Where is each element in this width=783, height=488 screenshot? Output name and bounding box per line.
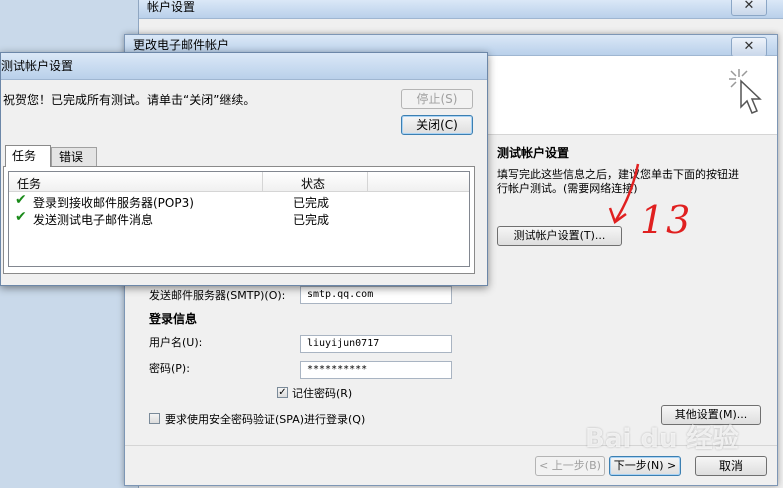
close-icon: ✕ xyxy=(743,0,755,13)
cancel-button[interactable]: 取消 xyxy=(695,456,767,476)
test-settings-dialog: 测试帐户设置 祝贺您！已完成所有测试。请单击“关闭”继续。 停止(S) 关闭(C… xyxy=(0,52,488,286)
table-row[interactable]: ✔ 发送测试电子邮件消息 已完成 xyxy=(9,209,469,227)
column-task[interactable]: 任务 xyxy=(17,175,41,192)
cursor-click-icon xyxy=(729,69,762,114)
password-label: 密码(P): xyxy=(149,362,190,375)
tab-errors-label: 错误 xyxy=(59,150,84,164)
table-row[interactable]: ✔ 登录到接收邮件服务器(POP3) 已完成 xyxy=(9,192,469,210)
smtp-label: 发送邮件服务器(SMTP)(O): xyxy=(149,289,286,302)
tab-errors[interactable]: 错误 xyxy=(51,147,97,166)
tab-tasks-label: 任务 xyxy=(12,149,37,163)
task-status: 已完成 xyxy=(293,196,330,210)
change-account-title: 更改电子邮件帐户 xyxy=(133,38,230,52)
checkmark-icon: ✔ xyxy=(15,192,27,208)
close-dialog-button[interactable]: 关闭(C) xyxy=(401,115,473,135)
column-divider xyxy=(262,172,263,191)
task-name: 登录到接收邮件服务器(POP3) xyxy=(33,196,194,210)
test-dialog-title-bar: 测试帐户设置 xyxy=(1,53,487,80)
account-settings-close-button[interactable]: ✕ xyxy=(731,0,767,16)
username-input[interactable]: liuyijun0717 xyxy=(300,335,452,353)
next-button[interactable]: 下一步(N) > xyxy=(609,456,681,476)
account-settings-title-text: 帐户设置 xyxy=(147,0,196,14)
remember-password-label: 记住密码(R) xyxy=(292,387,353,400)
spa-label: 要求使用安全密码验证(SPA)进行登录(Q) xyxy=(165,413,366,426)
smtp-server-input[interactable]: smtp.qq.com xyxy=(300,286,452,304)
spa-checkbox[interactable] xyxy=(149,413,160,424)
column-status[interactable]: 状态 xyxy=(301,175,325,192)
login-info-heading: 登录信息 xyxy=(149,312,198,326)
annotation-number: 13 xyxy=(640,198,693,242)
checkmark-icon: ✔ xyxy=(15,209,27,225)
remember-password-checkbox[interactable]: ✓ xyxy=(277,387,288,398)
back-button[interactable]: < 上一步(B) xyxy=(535,456,605,476)
checkmark-icon: ✓ xyxy=(278,387,287,398)
account-settings-title: 帐户设置 xyxy=(139,0,783,19)
task-list-header: 任务 状态 xyxy=(9,172,469,192)
task-name: 发送测试电子邮件消息 xyxy=(33,213,154,227)
test-dialog-title: 测试帐户设置 xyxy=(1,59,74,73)
tab-panel: 任务 状态 ✔ 登录到接收邮件服务器(POP3) 已完成 ✔ 发送测试电子邮件消… xyxy=(3,166,475,274)
stop-button[interactable]: 停止(S) xyxy=(401,89,473,109)
password-input[interactable]: ********** xyxy=(300,361,452,379)
column-divider xyxy=(367,172,368,191)
task-status: 已完成 xyxy=(293,213,330,227)
tab-tasks[interactable]: 任务 xyxy=(5,145,51,167)
baidu-watermark: Bai du 经验 xyxy=(585,424,739,454)
close-icon: ✕ xyxy=(743,39,755,54)
username-label: 用户名(U): xyxy=(149,336,203,349)
test-settings-heading: 测试帐户设置 xyxy=(497,146,570,160)
change-account-close-button[interactable]: ✕ xyxy=(731,37,767,57)
task-list: 任务 状态 ✔ 登录到接收邮件服务器(POP3) 已完成 ✔ 发送测试电子邮件消… xyxy=(8,171,470,267)
test-complete-message: 祝贺您！已完成所有测试。请单击“关闭”继续。 xyxy=(3,93,256,107)
